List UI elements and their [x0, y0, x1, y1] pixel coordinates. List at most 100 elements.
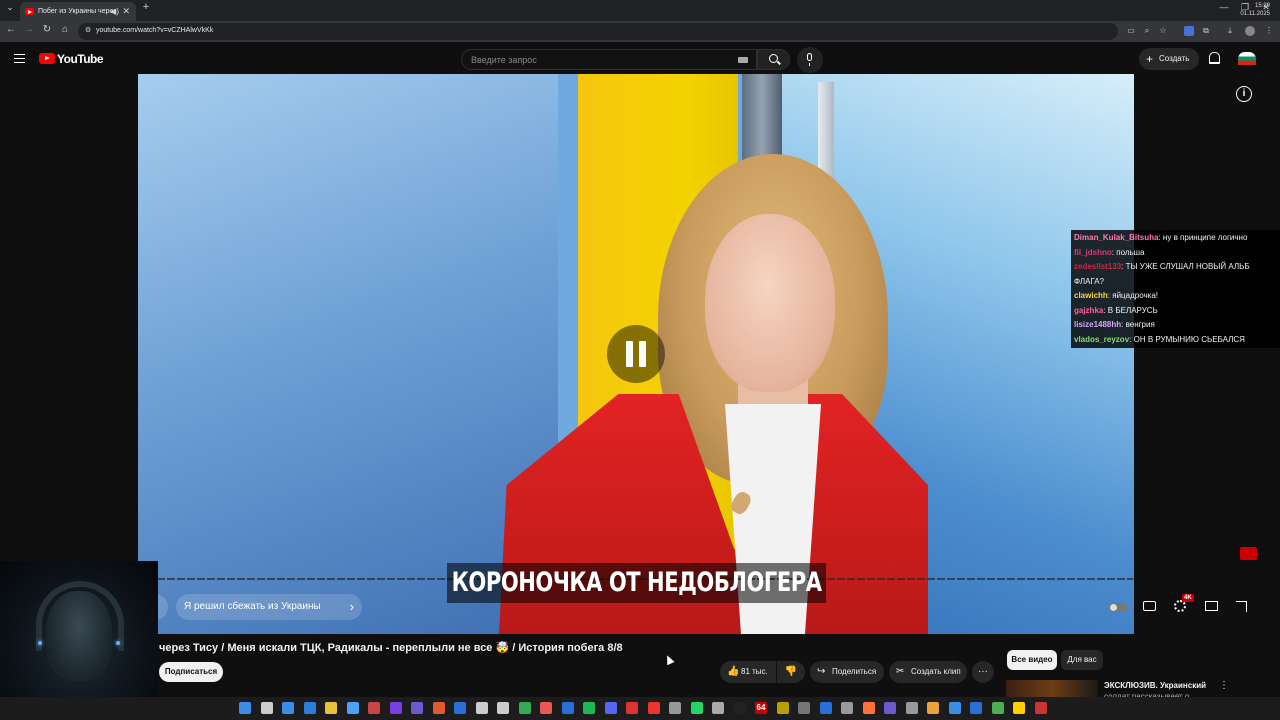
home-icon[interactable]: ⌂ [58, 24, 72, 35]
plus-icon: + [1146, 52, 1154, 66]
autoplay-toggle[interactable] [1109, 603, 1127, 612]
dislike-button[interactable]: 👎 [777, 661, 805, 683]
taskbar-app-icon[interactable] [712, 702, 724, 714]
start-menu-icon[interactable] [239, 702, 251, 714]
keyboard-icon[interactable] [738, 57, 748, 63]
browser-tab[interactable]: Побег из Украины через ◀) ✕ [20, 2, 136, 21]
taskbar-app-icon[interactable] [497, 702, 509, 714]
taskbar-app-icon[interactable] [776, 702, 789, 714]
install-app-icon[interactable]: ▭ [1126, 26, 1136, 36]
taskbar-app-icon[interactable] [819, 702, 832, 714]
taskbar-app-icon[interactable] [991, 702, 1004, 714]
avatar[interactable] [1238, 52, 1256, 65]
taskbar-app-icon[interactable] [432, 702, 445, 714]
recommended-video-title[interactable]: ЭКСКЛЮЗИВ. Украинский [1104, 681, 1206, 690]
close-tab-icon[interactable]: ✕ [122, 2, 130, 21]
search-button[interactable] [757, 49, 790, 70]
taskbar-clock[interactable]: 15:29 01.11.2025 [1238, 2, 1270, 18]
recommended-video-menu-icon[interactable]: ⋮ [1219, 680, 1229, 691]
taskbar-app-icon[interactable] [411, 702, 423, 714]
taskbar-app-icon[interactable] [626, 702, 638, 714]
voice-search-button[interactable] [797, 47, 823, 73]
bookmark-star-icon[interactable]: ☆ [1158, 26, 1168, 36]
chat-text: ну в принципе логично [1162, 233, 1248, 242]
more-actions-button[interactable]: ··· [972, 661, 994, 683]
reload-icon[interactable]: ↻ [40, 24, 54, 35]
chat-message: zedesllst133: ТЫ УЖЕ СЛУШАЛ НОВЫЙ АЛЬБ [1074, 262, 1250, 271]
subtitles-icon[interactable] [1143, 601, 1156, 611]
taskbar-app-icon[interactable] [303, 702, 316, 714]
translate-extension-icon[interactable] [1184, 26, 1194, 36]
profile-avatar-icon[interactable] [1245, 26, 1255, 36]
pause-button[interactable] [607, 325, 665, 383]
miniplayer-icon[interactable] [1205, 601, 1218, 611]
video-player[interactable] [138, 74, 1134, 634]
forward-icon[interactable]: → [22, 24, 36, 35]
search-icon[interactable] [260, 702, 273, 714]
chip-for-you[interactable]: Для вас [1061, 650, 1103, 670]
youtube-logo-text[interactable]: YouTube [57, 52, 104, 66]
downloads-icon[interactable]: ⤓ [1225, 26, 1235, 36]
chat-username[interactable]: zedesllst133 [1074, 262, 1121, 271]
stream-chat-overlay: Diman_Kulak_Bitsuha: ну в принципе логич… [1071, 230, 1280, 348]
create-button[interactable]: + Создать [1139, 48, 1199, 70]
subscribe-button[interactable]: Подписаться [159, 662, 223, 682]
zoom-icon[interactable]: ⌕ [1142, 26, 1152, 36]
search-input[interactable]: Введите запрос [461, 49, 757, 70]
share-label: Поделиться [832, 667, 877, 676]
browser-menu-icon[interactable]: ⋮ [1264, 26, 1274, 36]
taskbar-app-icon[interactable] [583, 702, 595, 714]
info-icon[interactable]: i [1236, 86, 1252, 102]
taskbar-app-icon[interactable] [475, 702, 488, 714]
audio-playing-icon[interactable]: ◀) [110, 2, 119, 21]
taskbar-app-icon[interactable] [346, 702, 359, 714]
fullscreen-icon[interactable] [1236, 601, 1247, 612]
taskbar-app-icon[interactable] [798, 702, 810, 714]
taskbar-app-icon[interactable] [282, 702, 294, 714]
taskbar-app-icon[interactable] [389, 702, 402, 714]
create-clip-button[interactable]: ✂ Создать клип [889, 661, 967, 683]
share-button[interactable]: ↪ Поделиться [810, 661, 884, 683]
chat-username[interactable]: Diman_Kulak_Bitsuha [1074, 233, 1158, 242]
hamburger-menu-icon[interactable] [14, 54, 25, 63]
taskbar-app-icon[interactable] [561, 702, 574, 714]
minimize-button[interactable]: — [1216, 2, 1232, 12]
taskbar-app-icon[interactable] [948, 702, 961, 714]
extensions-icon[interactable]: ⧉ [1201, 26, 1211, 36]
chat-username[interactable]: fil_jdshno [1074, 248, 1112, 257]
taskbar-app-icon[interactable] [970, 702, 982, 714]
taskbar-app-icon[interactable] [905, 702, 918, 714]
like-button[interactable]: 👍 81 тыс. [720, 661, 776, 683]
taskbar-app-icon[interactable] [368, 702, 380, 714]
address-bar[interactable]: ⚙ youtube.com/watch?v=vCZHAlwVkKk [78, 23, 1118, 40]
back-icon[interactable]: ← [4, 24, 18, 35]
chat-username[interactable]: clawichh [1074, 291, 1108, 300]
taskbar-app-icon[interactable] [669, 702, 681, 714]
taskbar-app-icon[interactable] [540, 702, 552, 714]
youtube-logo-icon[interactable] [39, 53, 55, 64]
taskbar-app-icon[interactable] [690, 702, 703, 714]
taskbar-app-icon[interactable] [518, 702, 531, 714]
channel-watermark-icon[interactable] [1240, 547, 1257, 560]
taskbar-app-icon[interactable] [454, 702, 466, 714]
taskbar-app-icon[interactable]: 64 [755, 702, 767, 714]
chapter-button[interactable]: Я решил сбежать из Украины › [176, 594, 362, 620]
taskbar-app-icon[interactable] [1034, 702, 1047, 714]
taskbar-app-icon[interactable] [884, 702, 896, 714]
taskbar-app-icon[interactable] [733, 702, 746, 714]
notifications-bell-icon[interactable] [1209, 52, 1220, 64]
taskbar-app-icon[interactable] [841, 702, 853, 714]
taskbar-app-icon[interactable] [1013, 702, 1025, 714]
new-tab-icon[interactable]: + [138, 1, 154, 13]
chat-username[interactable]: gajzhka [1074, 306, 1103, 315]
taskbar-app-icon[interactable] [647, 702, 660, 714]
taskbar-app-icon[interactable] [862, 702, 875, 714]
chip-all-videos[interactable]: Все видео [1007, 650, 1057, 670]
site-info-icon[interactable]: ⚙ [81, 26, 95, 34]
chat-username[interactable]: vlados_reyzov [1074, 335, 1129, 344]
taskbar-app-icon[interactable] [604, 702, 617, 714]
chat-username[interactable]: lisize1488hh [1074, 320, 1121, 329]
tab-list-icon[interactable]: ⌄ [2, 2, 18, 13]
taskbar-app-icon[interactable] [325, 702, 337, 714]
taskbar-app-icon[interactable] [927, 702, 939, 714]
